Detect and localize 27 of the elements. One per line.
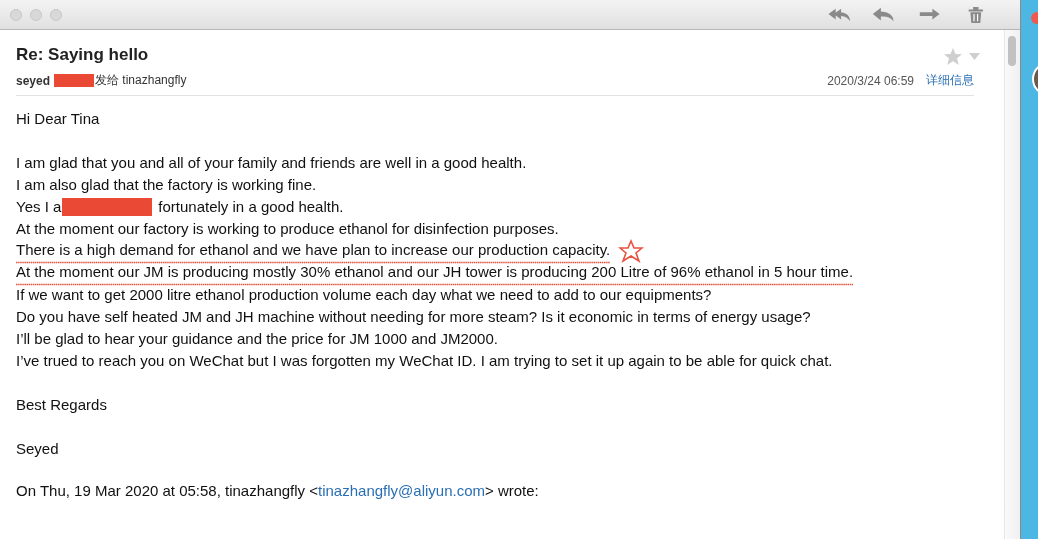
body-text: Best Regards xyxy=(16,395,107,415)
quote-header: On Thu, 19 Mar 2020 at 05:58, tinazhangfly <tinazhangfly@aliyun.com> wrote: xyxy=(16,482,539,499)
window-control[interactable] xyxy=(10,8,22,21)
window-control[interactable] xyxy=(50,8,62,21)
body-text: I am glad that you and all of your family and friends are well in a good health. xyxy=(16,153,527,173)
body-text: Hi Dear Tina xyxy=(16,109,100,129)
body-text: I’ll be glad to hear your guidance and the price for JM 1000 and JM2000. xyxy=(16,329,498,349)
body-text: There is a high demand for ethanol and we have plan to increase our production capacity. xyxy=(16,240,611,259)
sender-name: seyed xyxy=(16,73,51,88)
star-icon[interactable] xyxy=(943,47,963,66)
body-text: If we want to get 2000 litre ethanol production volume each day what we need to add to our equipments? xyxy=(16,285,712,305)
body-text: I’ve trued to reach you on WeChat but I was forgotten my WeChat ID. I am trying to set it up again to be able for quick chat. xyxy=(16,351,833,371)
body-text: Seyed xyxy=(16,439,59,459)
body-text: Do you have self heated JM and JH machine without needing for more steam? Is it economic in terms of energy usage? xyxy=(16,307,811,327)
body-text: fortunately in a good health. xyxy=(158,197,344,217)
window-control[interactable] xyxy=(30,8,42,21)
recipient-text: 发给 tinazhangfly xyxy=(95,72,187,89)
scrollbar-thumb[interactable] xyxy=(1008,36,1016,66)
email-link[interactable]: tinazhangfly@aliyun.com xyxy=(318,482,485,499)
body-text: I am also glad that the factory is working fine. xyxy=(16,175,317,195)
message-subject: Re: Saying hello xyxy=(16,45,149,65)
body-text: At the moment our factory is working to produce ethanol for disinfection purposes. xyxy=(16,219,559,239)
body-text: At the moment our JM is producing mostly 30% ethanol and our JH tower is producing 200 Litre of 96% ethanol in 5 hour time. xyxy=(16,262,854,281)
message-date: 2020/3/24 06:59 xyxy=(827,73,914,88)
body-text: Yes I a xyxy=(16,197,62,217)
dropdown-caret-icon[interactable] xyxy=(969,52,980,61)
details-link[interactable]: 详细信息 xyxy=(926,72,974,89)
